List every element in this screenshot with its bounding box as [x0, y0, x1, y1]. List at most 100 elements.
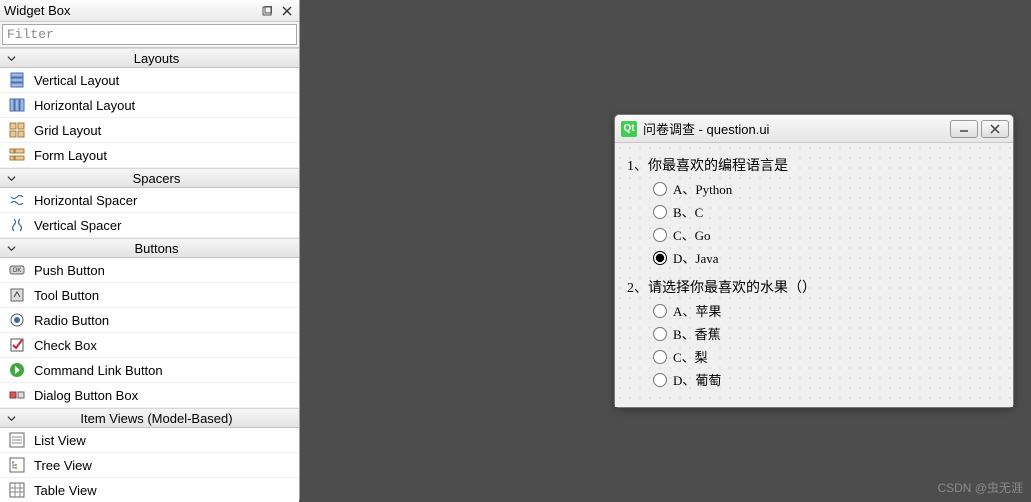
category-header-buttons[interactable]: Buttons [0, 238, 299, 258]
question-1-label: 1、你最喜欢的编程语言是 [627, 155, 1001, 175]
form-body[interactable]: 1、你最喜欢的编程语言是 A、Python B、C C、Go D、Java 2、… [615, 143, 1013, 407]
dock-icon[interactable] [259, 3, 275, 19]
widget-item-horizontal-spacer[interactable]: Horizontal Spacer [0, 188, 299, 213]
radio-input[interactable] [653, 228, 667, 242]
horizontal-spacer-icon [8, 191, 26, 209]
widget-name: Horizontal Layout [34, 98, 135, 113]
form-titlebar[interactable]: Qt 问卷调查 - question.ui [615, 115, 1013, 143]
q2-option-a[interactable]: A、苹果 [653, 301, 1001, 320]
option-label: B、香蕉 [673, 324, 721, 343]
form-title: 问卷调查 - question.ui [643, 119, 947, 138]
q1-option-b[interactable]: B、C [653, 202, 1001, 221]
radio-input[interactable] [653, 205, 667, 219]
chevron-down-icon [4, 54, 18, 63]
widget-name: Form Layout [34, 148, 107, 163]
form-window[interactable]: Qt 问卷调查 - question.ui 1、你最喜欢的编程语言是 A、Pyt… [614, 114, 1014, 408]
category-label: Item Views (Model-Based) [18, 411, 295, 426]
filter-row [0, 22, 299, 48]
q2-option-b[interactable]: B、香蕉 [653, 324, 1001, 343]
widget-name: Check Box [34, 338, 97, 353]
widget-item-tool-button[interactable]: Tool Button [0, 283, 299, 308]
widget-name: Tool Button [34, 288, 99, 303]
widget-item-check-box[interactable]: Check Box [0, 333, 299, 358]
widget-name: Command Link Button [34, 363, 163, 378]
widget-name: Table View [34, 483, 97, 498]
widget-name: Vertical Layout [34, 73, 119, 88]
category-header-item-views[interactable]: Item Views (Model-Based) [0, 408, 299, 428]
widget-item-vertical-layout[interactable]: Vertical Layout [0, 68, 299, 93]
dialog-button-box-icon [8, 386, 26, 404]
widget-item-list-view[interactable]: List View [0, 428, 299, 453]
option-label: B、C [673, 202, 703, 221]
chevron-down-icon [4, 174, 18, 183]
category-label: Spacers [18, 171, 295, 186]
widget-box-titlebar: Widget Box [0, 0, 299, 22]
widget-item-command-link-button[interactable]: Command Link Button [0, 358, 299, 383]
widget-name: Radio Button [34, 313, 109, 328]
widget-name: Vertical Spacer [34, 218, 121, 233]
category-label: Buttons [18, 241, 295, 256]
option-label: C、梨 [673, 347, 708, 366]
horizontal-layout-icon [8, 96, 26, 114]
category-label: Layouts [18, 51, 295, 66]
option-label: D、Java [673, 248, 719, 267]
grid-layout-icon [8, 121, 26, 139]
option-label: C、Go [673, 225, 711, 244]
q1-option-d[interactable]: D、Java [653, 248, 1001, 267]
widget-item-form-layout[interactable]: Form Layout [0, 143, 299, 168]
command-link-icon [8, 361, 26, 379]
close-button[interactable] [981, 120, 1009, 138]
tree-view-icon [8, 456, 26, 474]
widget-item-horizontal-layout[interactable]: Horizontal Layout [0, 93, 299, 118]
table-view-icon [8, 481, 26, 499]
category-header-layouts[interactable]: Layouts [0, 48, 299, 68]
widget-item-vertical-spacer[interactable]: Vertical Spacer [0, 213, 299, 238]
category-header-spacers[interactable]: Spacers [0, 168, 299, 188]
radio-input[interactable] [653, 350, 667, 364]
widget-name: Tree View [34, 458, 92, 473]
q1-option-c[interactable]: C、Go [653, 225, 1001, 244]
designer-canvas[interactable]: Qt 问卷调查 - question.ui 1、你最喜欢的编程语言是 A、Pyt… [300, 0, 1031, 500]
minimize-button[interactable] [950, 120, 978, 138]
widget-item-table-view[interactable]: Table View [0, 478, 299, 502]
radio-input[interactable] [653, 304, 667, 318]
widget-name: Horizontal Spacer [34, 193, 137, 208]
qt-icon: Qt [621, 121, 637, 137]
radio-input[interactable] [653, 251, 667, 265]
widget-box-title: Widget Box [4, 3, 255, 18]
chevron-down-icon [4, 244, 18, 253]
widget-name: List View [34, 433, 86, 448]
list-view-icon [8, 431, 26, 449]
radio-button-icon [8, 311, 26, 329]
option-label: A、苹果 [673, 301, 721, 320]
radio-input[interactable] [653, 327, 667, 341]
widget-item-radio-button[interactable]: Radio Button [0, 308, 299, 333]
option-label: A、Python [673, 179, 732, 198]
svg-text:OK: OK [13, 268, 22, 274]
watermark: CSDN @虫无涯 [937, 479, 1023, 496]
question-2-label: 2、请选择你最喜欢的水果（） [627, 277, 1001, 297]
chevron-down-icon [4, 414, 18, 423]
vertical-layout-icon [8, 71, 26, 89]
q2-option-d[interactable]: D、葡萄 [653, 370, 1001, 389]
push-button-icon: OK [8, 261, 26, 279]
option-label: D、葡萄 [673, 370, 721, 389]
radio-input[interactable] [653, 373, 667, 387]
widget-box-panel: Widget Box Layouts Vertical Layout Horiz… [0, 0, 300, 500]
close-icon[interactable] [279, 3, 295, 19]
radio-input[interactable] [653, 182, 667, 196]
widget-item-grid-layout[interactable]: Grid Layout [0, 118, 299, 143]
widget-item-dialog-button-box[interactable]: Dialog Button Box [0, 383, 299, 408]
vertical-spacer-icon [8, 216, 26, 234]
q2-option-c[interactable]: C、梨 [653, 347, 1001, 366]
widget-name: Grid Layout [34, 123, 101, 138]
widget-item-tree-view[interactable]: Tree View [0, 453, 299, 478]
q1-option-a[interactable]: A、Python [653, 179, 1001, 198]
filter-input[interactable] [2, 24, 297, 45]
widget-name: Dialog Button Box [34, 388, 138, 403]
check-box-icon [8, 336, 26, 354]
widget-item-push-button[interactable]: OK Push Button [0, 258, 299, 283]
widget-name: Push Button [34, 263, 105, 278]
tool-button-icon [8, 286, 26, 304]
form-layout-icon [8, 146, 26, 164]
